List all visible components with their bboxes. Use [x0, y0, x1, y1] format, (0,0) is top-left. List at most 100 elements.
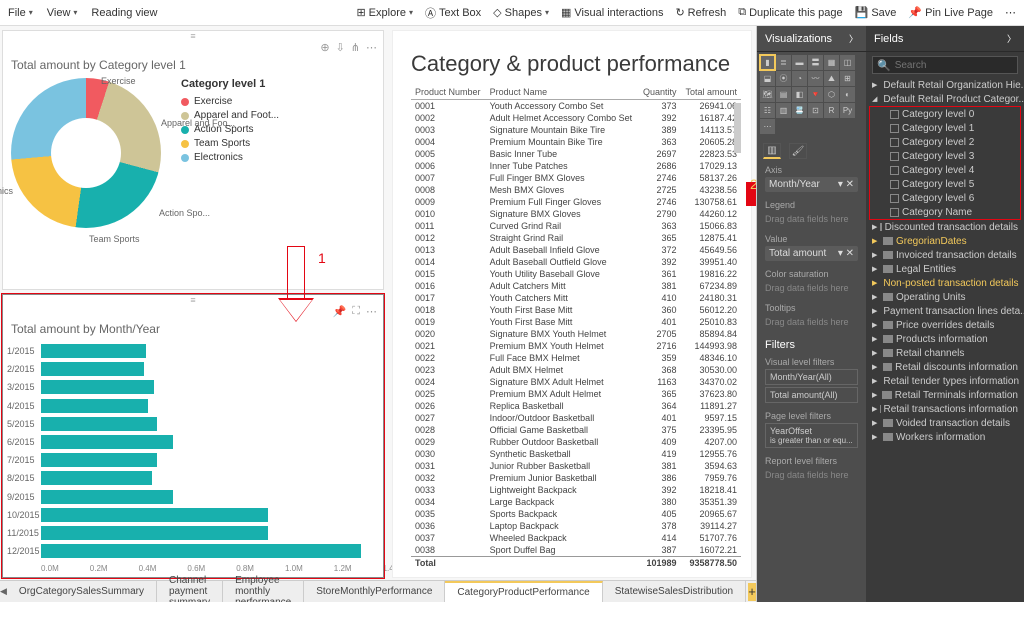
fields-table[interactable]: ◢Default Retail Product Categor...: [866, 92, 1024, 106]
page-filter[interactable]: YearOffset is greater than or equ...: [765, 423, 858, 448]
table-row[interactable]: 0005Basic Inner Tube269722823.53: [411, 148, 741, 160]
field-checkbox[interactable]: [890, 208, 899, 217]
colorsat-well[interactable]: Color saturation Drag data fields here: [757, 265, 866, 299]
fields-table[interactable]: ▶Products information: [866, 332, 1024, 346]
pin-live-btn[interactable]: 📌 Pin Live Page: [908, 6, 993, 19]
fields-table[interactable]: ▶GregorianDates: [866, 234, 1024, 248]
table-row[interactable]: 0037Wheeled Backpack41451707.76: [411, 532, 741, 544]
legend-item[interactable]: Electronics: [181, 152, 279, 163]
bar-row[interactable]: 12/2015: [41, 542, 382, 560]
visualizations-header[interactable]: Visualizations〉: [757, 26, 866, 52]
table-row[interactable]: 0007Full Finger BMX Gloves274658137.26: [411, 172, 741, 184]
fields-table[interactable]: ▶Retail transactions information: [866, 402, 1024, 416]
table-row[interactable]: 0028Official Game Basketball37523395.95: [411, 424, 741, 436]
column-header[interactable]: Quantity: [638, 85, 680, 100]
viz-type-icon[interactable]: ◫: [840, 55, 855, 70]
sheet-tab[interactable]: Channel payment summary: [157, 581, 223, 603]
table-row[interactable]: 0032Premium Junior Basketball3867959.76: [411, 472, 741, 484]
fields-table[interactable]: ▶Invoiced transaction details: [866, 248, 1024, 262]
fields-table[interactable]: ▶Operating Units: [866, 290, 1024, 304]
bar-row[interactable]: 6/2015: [41, 433, 382, 451]
axis-well[interactable]: Axis Month/Year▾ ✕: [757, 161, 866, 196]
fields-column[interactable]: Category level 1: [870, 121, 1020, 135]
bar-tile[interactable]: 📌 ⛶ ⋯ Total amount by Month/Year 1/20152…: [2, 294, 384, 578]
table-row[interactable]: 0035Sports Backpack40520965.67: [411, 508, 741, 520]
sheet-tab[interactable]: StoreMonthlyPerformance: [304, 581, 445, 603]
bar-row[interactable]: 4/2015: [41, 397, 382, 415]
table-row[interactable]: 0003Signature Mountain Bike Tire38914113…: [411, 124, 741, 136]
field-checkbox[interactable]: [890, 152, 899, 161]
column-header[interactable]: Product Number: [411, 85, 486, 100]
table-row[interactable]: 0009Premium Full Finger Gloves2746130758…: [411, 196, 741, 208]
viz-type-icon[interactable]: ⊡: [808, 103, 823, 118]
fields-table[interactable]: ▶Non-posted transaction details: [866, 276, 1024, 290]
field-checkbox[interactable]: [890, 166, 899, 175]
viz-type-icon[interactable]: ◧: [792, 87, 807, 102]
legend-item[interactable]: Exercise: [181, 96, 279, 107]
sheet-tab[interactable]: StatewiseSalesDistribution: [603, 581, 746, 603]
field-checkbox[interactable]: [890, 110, 899, 119]
table-row[interactable]: 0010Signature BMX Gloves279044260.12: [411, 208, 741, 220]
sheet-tab[interactable]: OrgCategorySalesSummary: [7, 581, 157, 603]
table-row[interactable]: 0020Signature BMX Youth Helmet270585894.…: [411, 328, 741, 340]
tile-more-icon[interactable]: ⋯: [366, 305, 377, 318]
viz-type-icon[interactable]: ☷: [760, 103, 775, 118]
drill-down-icon[interactable]: ⇩: [336, 41, 345, 54]
viz-type-icon[interactable]: ⛰: [824, 71, 839, 86]
table-row[interactable]: 0017Youth Catchers Mitt41024180.31: [411, 292, 741, 304]
bar-row[interactable]: 11/2015: [41, 524, 382, 542]
viz-type-icon[interactable]: ⦿: [776, 71, 791, 86]
legend-well[interactable]: Legend Drag data fields here: [757, 196, 866, 230]
add-sheet-btn[interactable]: +: [748, 583, 756, 601]
fields-column[interactable]: Category level 2: [870, 135, 1020, 149]
viz-type-icon[interactable]: ▬: [792, 55, 807, 70]
field-checkbox[interactable]: [890, 124, 899, 133]
visual-filter[interactable]: Total amount(All): [765, 387, 858, 403]
fields-table[interactable]: ▶Payment transaction lines deta...: [866, 304, 1024, 318]
viz-type-icon[interactable]: ▥: [776, 103, 791, 118]
table-row[interactable]: 0023Adult BMX Helmet36830530.00: [411, 364, 741, 376]
fields-table[interactable]: ▶Retail Terminals information: [866, 388, 1024, 402]
viz-type-icon[interactable]: 🔻: [808, 87, 823, 102]
column-header[interactable]: Product Name: [486, 85, 639, 100]
fields-column[interactable]: Category level 5: [870, 177, 1020, 191]
fields-column[interactable]: Category level 6: [870, 191, 1020, 205]
bar-row[interactable]: 9/2015: [41, 488, 382, 506]
table-row[interactable]: 0004Premium Mountain Bike Tire36320605.2…: [411, 136, 741, 148]
fields-table[interactable]: ▶Legal Entities: [866, 262, 1024, 276]
data-table-scroll[interactable]: Product NumberProduct NameQuantityTotal …: [411, 85, 741, 571]
format-tab[interactable]: 🖌: [789, 143, 807, 159]
table-row[interactable]: 0016Adult Catchers Mitt38167234.89: [411, 280, 741, 292]
explore-btn[interactable]: ⊞ Explore▾: [356, 6, 413, 19]
table-row[interactable]: 0013Adult Baseball Infield Glove37245649…: [411, 244, 741, 256]
table-row[interactable]: 0026Replica Basketball36411891.27: [411, 400, 741, 412]
table-row[interactable]: 0024Signature BMX Adult Helmet116334370.…: [411, 376, 741, 388]
fields-table[interactable]: ▶Default Retail Organization Hie...: [866, 78, 1024, 92]
tooltips-well[interactable]: Tooltips Drag data fields here: [757, 299, 866, 333]
viz-type-icon[interactable]: 〰: [808, 71, 823, 86]
table-row[interactable]: 0019Youth First Base Mitt40125010.83: [411, 316, 741, 328]
bar-row[interactable]: 5/2015: [41, 415, 382, 433]
viz-type-icon[interactable]: ▤: [776, 87, 791, 102]
table-row[interactable]: 0008Mesh BMX Gloves272543238.56: [411, 184, 741, 196]
table-row[interactable]: 0022Full Face BMX Helmet35948346.10: [411, 352, 741, 364]
table-row[interactable]: 0036Laptop Backpack37839114.27: [411, 520, 741, 532]
table-tile[interactable]: Category & product performance Product N…: [392, 30, 752, 578]
fields-table[interactable]: ▶Price overrides details: [866, 318, 1024, 332]
table-row[interactable]: 0033Lightweight Backpack39218218.41: [411, 484, 741, 496]
fields-table[interactable]: ▶Discounted transaction details: [866, 220, 1024, 234]
scrollbar-thumb[interactable]: [734, 103, 741, 153]
column-header[interactable]: Total amount: [681, 85, 741, 100]
fields-column[interactable]: Category level 3: [870, 149, 1020, 163]
fields-table[interactable]: ▶Retail tender types information: [866, 374, 1024, 388]
viz-type-icon[interactable]: ▦: [824, 55, 839, 70]
table-row[interactable]: 0029Rubber Outdoor Basketball4094207.00: [411, 436, 741, 448]
viz-type-icon[interactable]: Py: [840, 103, 855, 118]
fields-column[interactable]: Category Name: [870, 205, 1020, 219]
tile-more-icon[interactable]: ⋯: [366, 41, 377, 54]
tab-nav-prev[interactable]: ◀: [0, 586, 7, 597]
fields-header[interactable]: Fields〉: [866, 26, 1024, 52]
table-row[interactable]: 0025Premium BMX Adult Helmet36537623.80: [411, 388, 741, 400]
table-row[interactable]: 0002Adult Helmet Accessory Combo Set3921…: [411, 112, 741, 124]
bar-row[interactable]: 7/2015: [41, 451, 382, 469]
